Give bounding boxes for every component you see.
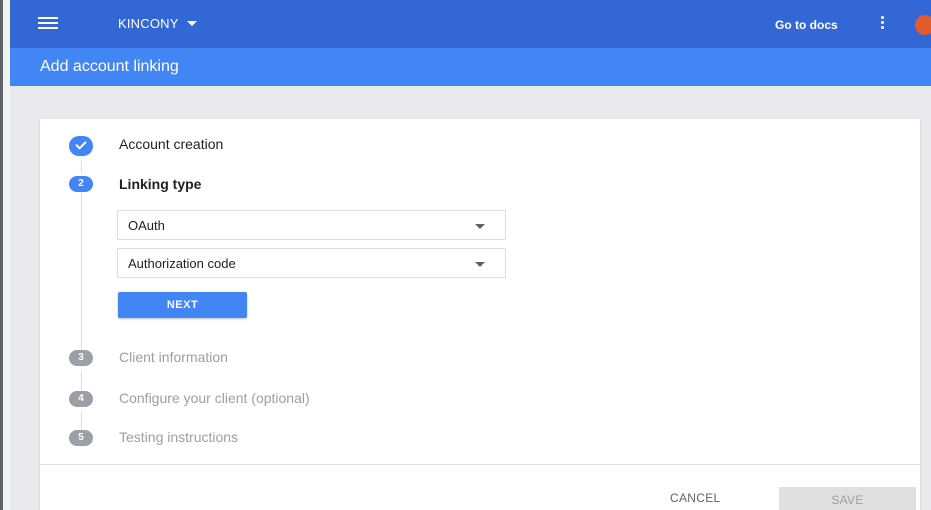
next-button[interactable]: NEXT (118, 292, 247, 318)
avatar[interactable] (915, 15, 931, 35)
step-3-label: Client information (119, 349, 228, 365)
flow-type-select[interactable]: Authorization code (117, 248, 506, 278)
project-name: KINCONY (118, 16, 179, 31)
step-3-indicator: 3 (69, 350, 93, 366)
footer-divider (40, 464, 920, 465)
step-connector (81, 411, 82, 431)
hamburger-menu-icon[interactable] (38, 17, 58, 31)
flow-type-value: Authorization code (128, 256, 236, 271)
project-selector[interactable]: KINCONY (118, 16, 197, 31)
go-to-docs-link[interactable]: Go to docs (775, 18, 838, 32)
step-1-label: Account creation (119, 136, 224, 152)
chevron-down-icon (186, 21, 197, 26)
step-4-indicator: 4 (69, 391, 93, 407)
save-button[interactable]: SAVE (779, 487, 916, 510)
chevron-down-icon (475, 262, 485, 267)
step-connector (81, 192, 82, 351)
page-header: Add account linking (10, 48, 931, 86)
step-1-check-icon (69, 136, 93, 156)
page-title: Add account linking (40, 58, 179, 75)
step-2-label: Linking type (119, 176, 202, 192)
grant-type-select[interactable]: OAuth (117, 210, 506, 240)
cancel-button[interactable]: CANCEL (670, 491, 720, 505)
window-edge (0, 0, 10, 510)
chevron-down-icon (475, 224, 485, 229)
step-5-indicator: 5 (69, 430, 93, 446)
step-4-label: Configure your client (optional) (119, 390, 310, 406)
top-app-bar: KINCONY Go to docs (10, 0, 931, 48)
step-5-label: Testing instructions (119, 429, 239, 445)
step-connector (81, 371, 82, 391)
step-2-indicator: 2 (69, 176, 93, 192)
more-options-icon[interactable] (881, 16, 885, 32)
grant-type-value: OAuth (128, 218, 165, 233)
step-connector (81, 161, 82, 173)
stepper-card: Account creation 2 Linking type OAuth Au… (40, 119, 920, 510)
